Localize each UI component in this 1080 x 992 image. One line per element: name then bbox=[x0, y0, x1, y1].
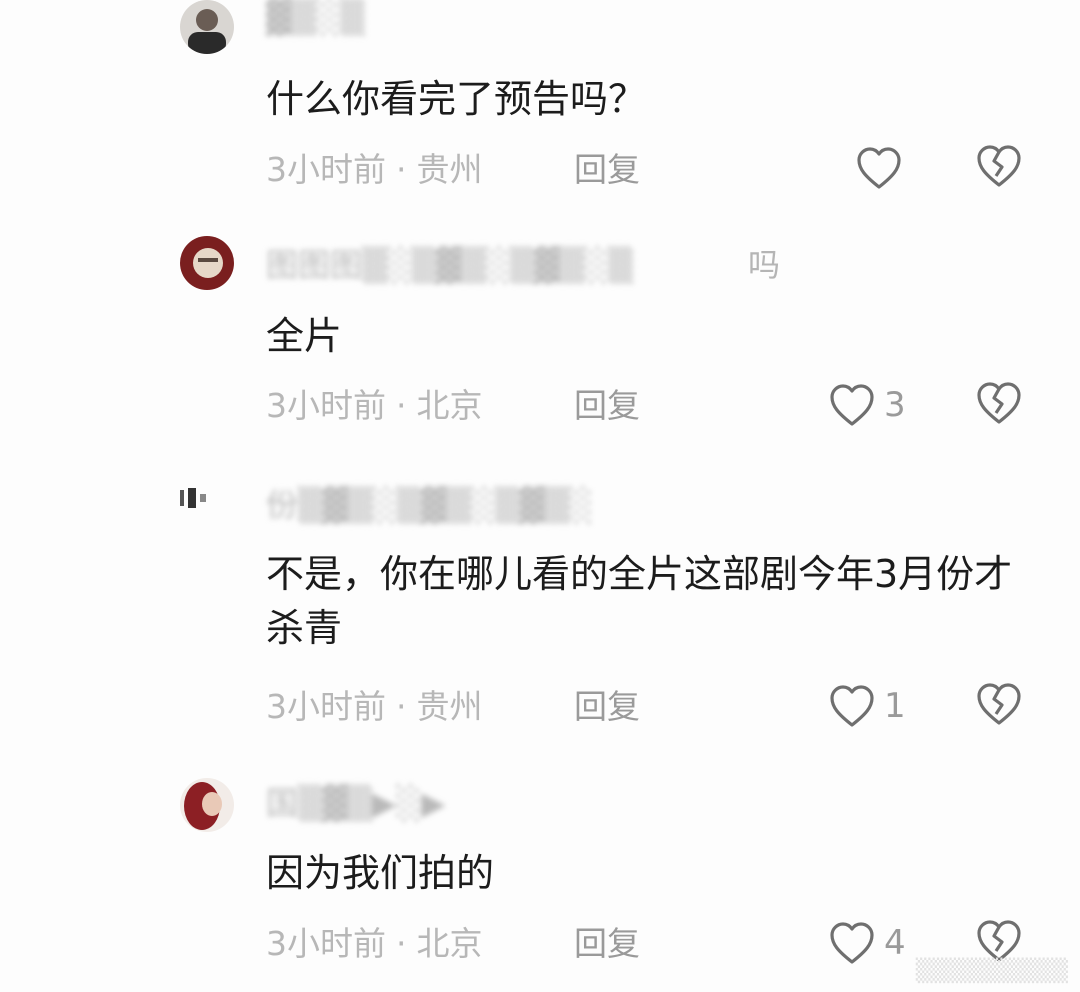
comment-meta: 3小时前 · 北京 bbox=[266, 386, 483, 426]
separator-dot: · bbox=[396, 386, 407, 425]
avatar[interactable] bbox=[180, 478, 220, 518]
separator-dot: · bbox=[396, 687, 407, 726]
comment-text: 全片 bbox=[266, 314, 343, 358]
avatar[interactable] bbox=[180, 778, 234, 832]
reply-button[interactable]: 回复 bbox=[574, 924, 640, 964]
heart-icon bbox=[830, 384, 874, 426]
like-count: 1 bbox=[884, 686, 906, 726]
username-blurred[interactable]: 图图图▒░▒▓▒░▒▓▒░▒ bbox=[266, 248, 736, 282]
like-button[interactable] bbox=[855, 143, 911, 193]
broken-heart-icon bbox=[977, 145, 1021, 187]
comment-time: 3小时前 bbox=[266, 687, 386, 726]
username-blurred[interactable]: 份▒▓▒░▒▓▒░▒▓▒░ bbox=[266, 488, 706, 522]
comment-text: 不是，你在哪儿看的全片这部剧今年3月份才杀青 bbox=[266, 552, 1013, 650]
heart-icon bbox=[857, 147, 901, 189]
comment-time: 3小时前 bbox=[266, 386, 386, 425]
separator-dot: · bbox=[396, 924, 407, 963]
reply-button[interactable]: 回复 bbox=[574, 687, 640, 727]
heart-icon bbox=[830, 685, 874, 727]
comment-meta: 3小时前 · 贵州 bbox=[266, 150, 483, 190]
heart-icon bbox=[830, 922, 874, 964]
comment-text: 什么你看完了预告吗？ bbox=[266, 77, 647, 121]
comment-meta: 3小时前 · 北京 bbox=[266, 924, 483, 964]
dislike-button[interactable] bbox=[975, 918, 1023, 964]
username-blurred[interactable]: 国▒▓▒▶░▶ bbox=[266, 786, 526, 820]
dislike-button[interactable] bbox=[975, 380, 1023, 426]
avatar[interactable] bbox=[180, 0, 234, 54]
comment-text: 因为我们拍的 bbox=[266, 851, 495, 895]
comment-location: 北京 bbox=[416, 386, 483, 425]
broken-heart-icon bbox=[977, 683, 1021, 725]
dislike-button[interactable] bbox=[975, 681, 1023, 727]
avatar[interactable] bbox=[180, 236, 234, 290]
comment-location: 贵州 bbox=[416, 150, 483, 189]
comment-time: 3小时前 bbox=[266, 150, 386, 189]
comment-time: 3小时前 bbox=[266, 924, 386, 963]
username-tail: 吗 bbox=[748, 246, 781, 284]
like-button[interactable]: 1 bbox=[828, 681, 906, 731]
separator-dot: · bbox=[396, 150, 407, 189]
like-button[interactable]: 4 bbox=[828, 918, 906, 968]
reply-button[interactable]: 回复 bbox=[574, 386, 640, 426]
comment-location: 北京 bbox=[416, 924, 483, 963]
comment-location: 贵州 bbox=[416, 687, 483, 726]
dislike-button[interactable] bbox=[975, 143, 1023, 189]
broken-heart-icon bbox=[977, 920, 1021, 962]
reply-button[interactable]: 回复 bbox=[574, 150, 640, 190]
like-button[interactable]: 3 bbox=[828, 380, 906, 430]
comment-meta: 3小时前 · 贵州 bbox=[266, 687, 483, 727]
broken-heart-icon bbox=[977, 382, 1021, 424]
like-count: 4 bbox=[884, 923, 906, 963]
username-blurred[interactable]: ▓▒░▒ bbox=[266, 0, 386, 34]
watermark: ▒▒▒▒▒▒▒▒▒ bbox=[915, 959, 1068, 984]
like-count: 3 bbox=[884, 385, 906, 425]
